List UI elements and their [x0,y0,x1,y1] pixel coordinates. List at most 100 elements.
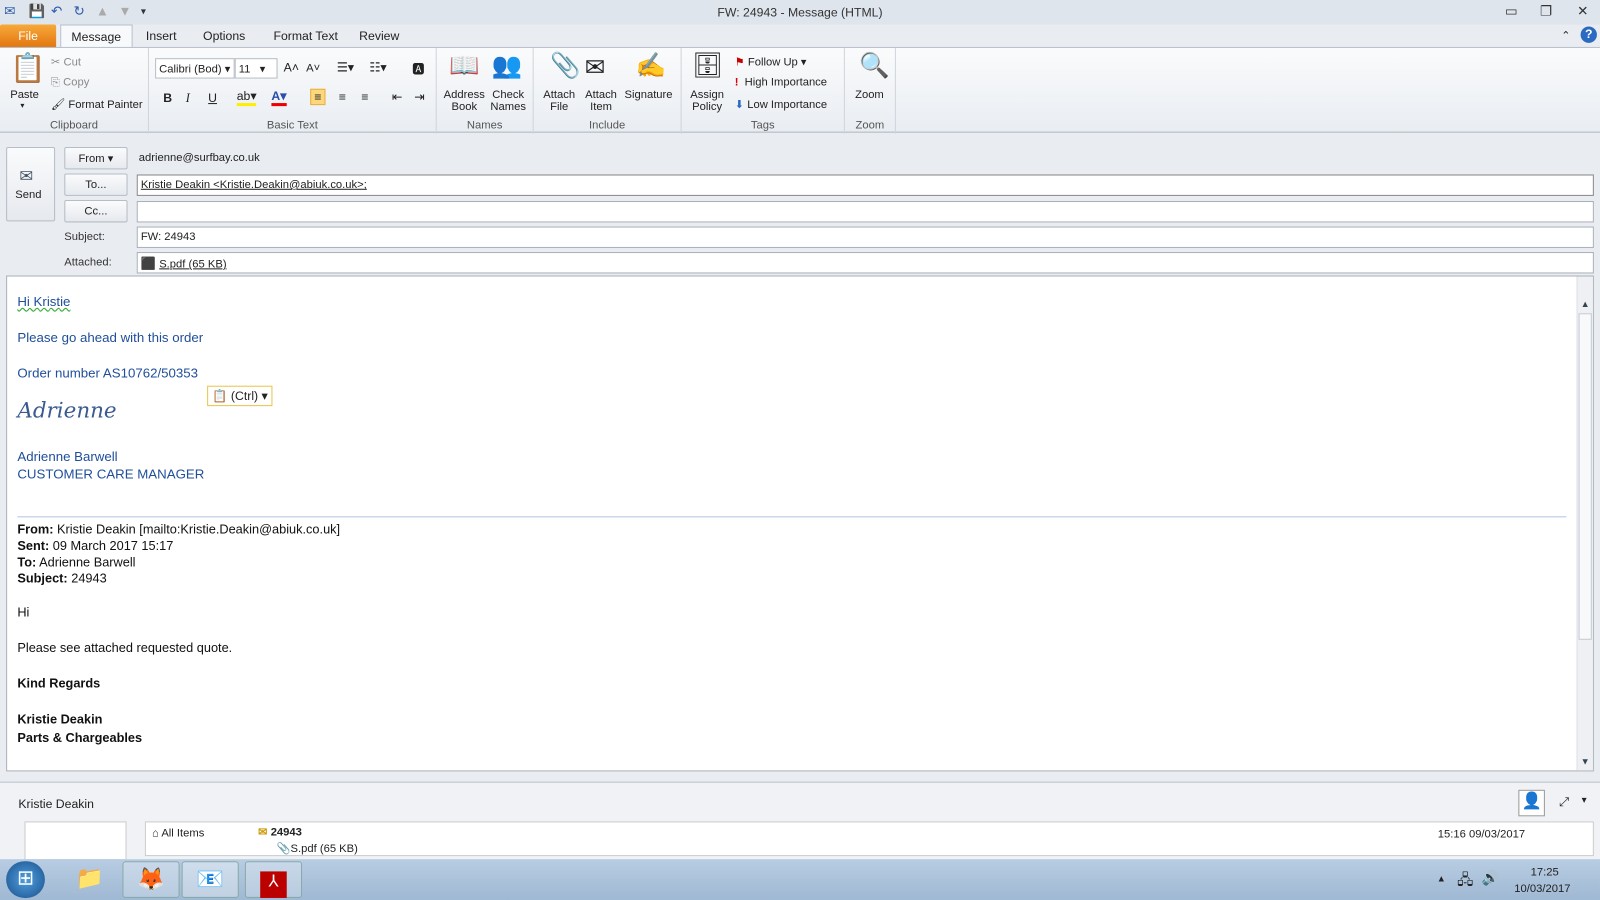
subject-field[interactable]: FW: 24943 [136,226,1594,248]
pdf-icon: ⬛ [140,256,157,271]
activity-attachment[interactable]: 📎S.pdf (65 KB) [277,842,358,855]
group-basic-text: Calibri (Bod) ▾ 11 ▾ A˄ A˅ ☰▾ ☷▾ 🅰 B I U… [149,47,437,134]
tab-file[interactable]: File [0,24,57,48]
cc-button[interactable]: Cc... [64,199,128,223]
format-painter-label: Format Painter [68,98,143,112]
volume-icon[interactable]: 🔊 [1482,869,1500,886]
start-button[interactable]: ⊞ [6,861,45,898]
fwd-sent: Sent: 09 March 2017 15:17 [17,538,174,554]
exclamation-icon: ! [734,76,739,89]
firefox-taskbar-icon[interactable]: 🦊 [122,861,180,898]
cc-field[interactable] [136,201,1594,223]
group-label: Clipboard [49,119,99,132]
from-value: adrienne@surfbay.co.uk [138,152,260,165]
align-center-icon[interactable]: ≡ [339,90,346,104]
activity-item[interactable]: ✉ 24943 [258,826,302,839]
align-right-icon[interactable]: ≡ [361,90,368,104]
explorer-taskbar-icon[interactable]: 📁 [61,861,118,898]
group-label: Include [589,119,626,132]
numbering-icon[interactable]: ☷▾ [369,60,386,74]
attachment-field: ⬛ S.pdf (65 KB) [136,252,1594,274]
follow-up-button[interactable]: ⚑ Follow Up ▾ [735,55,807,68]
to-button[interactable]: To... [64,173,128,196]
acrobat-taskbar-icon[interactable]: ⅄ [244,861,303,898]
close-icon[interactable]: ✕ [1571,3,1593,19]
styles-icon[interactable]: 🅰 [412,60,424,77]
item-time: 15:16 09/03/2017 [1437,828,1526,841]
tab-format-text[interactable]: Format Text [263,24,348,47]
grow-font-icon[interactable]: A˄ [284,60,299,74]
chevron-down-icon: ▾ [20,101,25,111]
item-attachment: S.pdf (65 KB) [290,842,358,856]
avatar [24,821,127,861]
group-label: Names [466,119,503,132]
scroll-thumb[interactable] [1578,313,1592,640]
ribbon: 📋 Paste ▾ ✂ Cut ⎘ Copy 🖌 Format Painter … [0,46,1600,134]
scroll-up-icon[interactable]: ▲ [1581,299,1590,309]
outlook-taskbar-icon[interactable]: 📧 [181,861,239,898]
activity-list: ⌂ All Items ✉ 24943 📎S.pdf (65 KB) 15:16… [144,821,1594,857]
group-tags: 🗄 Assign Policy ⚑ Follow Up ▾ ! High Imp… [682,47,845,134]
message-body[interactable]: Hi Kristie Please go ahead with this ord… [6,275,1594,772]
group-names: 📖 Address Book 👥 Check Names Names [437,47,534,134]
format-painter-button[interactable]: 🖌 Format Painter [51,98,143,111]
low-importance-button[interactable]: ⬇ Low Importance [735,98,827,111]
all-items-tab[interactable]: ⌂ All Items [152,828,204,840]
attached-label: Attached: [64,256,112,269]
highlight-icon[interactable]: ab▾ [236,89,257,107]
subject-label: Subject: [64,230,105,243]
fwd-message: Please see attached requested quote. [17,640,233,656]
send-label: Send [15,188,42,202]
decrease-indent-icon[interactable]: ⇤ [392,90,402,104]
bold-button[interactable]: B [163,91,172,105]
to-field[interactable]: Kristie Deakin <Kristie.Deakin@abiuk.co.… [136,174,1594,196]
send-button[interactable]: ✉ Send [6,146,56,222]
taskbar: ⊞ 📁 🦊 📧 ⅄ ▲ 🖧 🔊 17:25 10/03/2017 [0,859,1600,900]
increase-indent-icon[interactable]: ⇥ [414,90,424,104]
tab-insert[interactable]: Insert [136,24,187,47]
divider [17,516,1567,518]
order-number: Order number AS10762/50353 [17,365,199,381]
scroll-down-icon[interactable]: ▼ [1581,756,1590,766]
from-button[interactable]: From ▾ [64,146,128,170]
italic-button[interactable]: I [186,91,190,106]
underline-button[interactable]: U [208,91,217,105]
help-icon[interactable]: ? [1580,26,1597,43]
tab-review[interactable]: Review [349,24,410,47]
align-left-icon[interactable]: ≡ [310,88,326,106]
attachment-link[interactable]: S.pdf (65 KB) [159,258,226,270]
clock-date[interactable]: 10/03/2017 [1514,883,1570,895]
font-name-select[interactable]: Calibri (Bod) ▾ [155,58,235,79]
cut-button[interactable]: ✂ Cut [51,55,81,68]
network-icon[interactable]: 🖧 [1457,869,1473,893]
send-icon: ✉ [19,168,34,186]
show-hidden-icons[interactable]: ▲ [1437,873,1446,883]
item-subject: 24943 [270,826,302,839]
restore-icon[interactable]: ❐ [1535,3,1557,19]
zoom-label: Zoom [855,88,884,102]
envelope-icon: ✉ [258,826,268,839]
high-importance-button[interactable]: ! High Importance [735,77,827,89]
shrink-font-icon[interactable]: A˅ [306,62,320,74]
high-importance-label: High Importance [744,76,828,89]
chevron-down-icon[interactable]: ▾ [1582,795,1587,806]
body-scrollbar[interactable]: ▲ ▼ [1576,276,1593,771]
tab-message[interactable]: Message [60,24,133,48]
bullets-icon[interactable]: ☰▾ [337,60,354,74]
expand-icon[interactable]: ⤢ [1559,795,1569,810]
minimize-icon[interactable]: ▭ [1500,3,1522,19]
tab-options[interactable]: Options [193,24,256,47]
clock-time[interactable]: 17:25 [1531,866,1559,878]
paste-options-button[interactable]: 📋 (Ctrl) ▾ [207,385,273,407]
body-greeting: Hi Kristie [17,293,71,310]
minimize-ribbon-icon[interactable]: ⌃ [1561,29,1570,42]
fwd-hi: Hi [17,605,30,620]
font-color-icon[interactable]: A▾ [271,89,287,107]
body-line: Please go ahead with this order [17,329,204,345]
font-size-value: 11 [238,63,251,76]
contact-photo: 👤 [1518,789,1545,817]
font-size-select[interactable]: 11 ▾ [234,58,278,79]
to-recipient[interactable]: Kristie Deakin <Kristie.Deakin@abiuk.co.… [141,179,367,191]
copy-button[interactable]: ⎘ Copy [51,77,89,90]
copy-label: Copy [63,76,90,89]
